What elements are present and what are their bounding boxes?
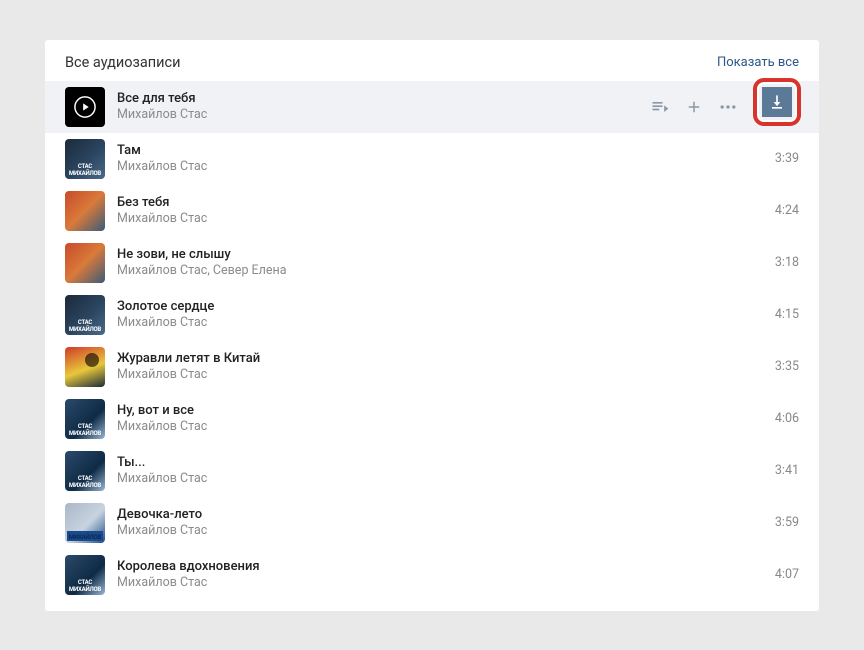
play-next-button[interactable] [649, 96, 671, 118]
track-thumbnail[interactable]: МИХАЙЛОВ [65, 503, 105, 543]
track-info: Королева вдохновенияМихайлов Стас [117, 558, 765, 591]
track-row[interactable]: СТАС МИХАЙЛОВ ТамМихайлов Стас3:39 [45, 133, 819, 185]
track-artist: Михайлов Стас [117, 159, 765, 175]
track-info: Ну, вот и всеМихайлов Стас [117, 402, 765, 435]
track-artist: Михайлов Стас [117, 211, 765, 227]
track-title: Все для тебя [117, 90, 649, 107]
track-thumbnail[interactable] [65, 191, 105, 231]
track-info: Все для тебяМихайлов Стас [117, 90, 649, 123]
panel-title: Все аудиозаписи [65, 54, 181, 71]
track-row[interactable]: СТАС МИХАЙЛОВ Ты...Михайлов Стас3:41 [45, 445, 819, 497]
track-info: Девочка-летоМихайлов Стас [117, 506, 765, 539]
track-thumbnail[interactable] [65, 243, 105, 283]
track-info: Не зови, не слышуМихайлов Стас, Север Ел… [117, 246, 765, 279]
download-highlight [753, 78, 801, 126]
track-row[interactable]: МИХАЙЛОВ Девочка-летоМихайлов Стас3:59 [45, 497, 819, 549]
audio-panel: Все аудиозаписи Показать все Все для теб… [45, 40, 819, 611]
track-thumbnail[interactable]: СТАС МИХАЙЛОВ [65, 399, 105, 439]
track-artist: Михайлов Стас [117, 575, 765, 591]
track-duration: 3:18 [765, 255, 799, 270]
track-artist: Михайлов Стас [117, 523, 765, 539]
track-row[interactable]: Не зови, не слышуМихайлов Стас, Север Ел… [45, 237, 819, 289]
more-button[interactable] [717, 96, 739, 118]
track-row[interactable]: СТАС МИХАЙЛОВ Королева вдохновенияМихайло… [45, 549, 819, 601]
track-row[interactable]: Все для тебяМихайлов Стас [45, 81, 819, 133]
track-info: Без тебяМихайлов Стас [117, 194, 765, 227]
track-duration: 4:24 [765, 203, 799, 218]
panel-header: Все аудиозаписи Показать все [45, 54, 819, 81]
track-thumbnail[interactable]: СТАС МИХАЙЛОВ [65, 295, 105, 335]
track-artist: Михайлов Стас, Север Елена [117, 263, 765, 279]
track-actions [649, 96, 739, 118]
track-title: Золотое сердце [117, 298, 765, 315]
track-duration: 3:41 [765, 463, 799, 478]
track-duration: 3:39 [765, 151, 799, 166]
track-thumbnail[interactable]: СТАС МИХАЙЛОВ [65, 451, 105, 491]
play-icon [74, 96, 96, 118]
track-artist: Михайлов Стас [117, 471, 765, 487]
track-artist: Михайлов Стас [117, 315, 765, 331]
play-next-icon [650, 97, 670, 117]
track-row[interactable]: Без тебяМихайлов Стас4:24 [45, 185, 819, 237]
track-title: Там [117, 142, 765, 159]
track-thumbnail[interactable] [65, 87, 105, 127]
show-all-link[interactable]: Показать все [717, 55, 799, 70]
track-thumbnail[interactable] [65, 347, 105, 387]
track-duration: 3:35 [765, 359, 799, 374]
track-artist: Михайлов Стас [117, 367, 765, 383]
track-info: Журавли летят в КитайМихайлов Стас [117, 350, 765, 383]
track-row[interactable]: СТАС МИХАЙЛОВ Золотое сердцеМихайлов Стас… [45, 289, 819, 341]
download-button[interactable] [762, 87, 792, 117]
track-title: Ты... [117, 454, 765, 471]
track-duration: 4:07 [765, 567, 799, 582]
track-title: Журавли летят в Китай [117, 350, 765, 367]
track-info: Золотое сердцеМихайлов Стас [117, 298, 765, 331]
track-list: Все для тебяМихайлов СтасСТАС МИХАЙЛОВТа… [45, 81, 819, 601]
track-duration: 4:15 [765, 307, 799, 322]
track-row[interactable]: СТАС МИХАЙЛОВ Ну, вот и всеМихайлов Стас4… [45, 393, 819, 445]
track-info: Ты...Михайлов Стас [117, 454, 765, 487]
track-duration: 3:59 [765, 515, 799, 530]
track-artist: Михайлов Стас [117, 419, 765, 435]
track-title: Без тебя [117, 194, 765, 211]
track-row[interactable]: Журавли летят в КитайМихайлов Стас3:35 [45, 341, 819, 393]
track-title: Королева вдохновения [117, 558, 765, 575]
more-icon [718, 97, 738, 117]
track-title: Ну, вот и все [117, 402, 765, 419]
track-title: Девочка-лето [117, 506, 765, 523]
track-artist: Михайлов Стас [117, 107, 649, 123]
track-duration: 4:06 [765, 411, 799, 426]
download-icon [767, 92, 787, 112]
track-info: ТамМихайлов Стас [117, 142, 765, 175]
track-thumbnail[interactable]: СТАС МИХАЙЛОВ [65, 555, 105, 595]
track-title: Не зови, не слышу [117, 246, 765, 263]
plus-icon [685, 98, 703, 116]
add-button[interactable] [683, 96, 705, 118]
track-thumbnail[interactable]: СТАС МИХАЙЛОВ [65, 139, 105, 179]
